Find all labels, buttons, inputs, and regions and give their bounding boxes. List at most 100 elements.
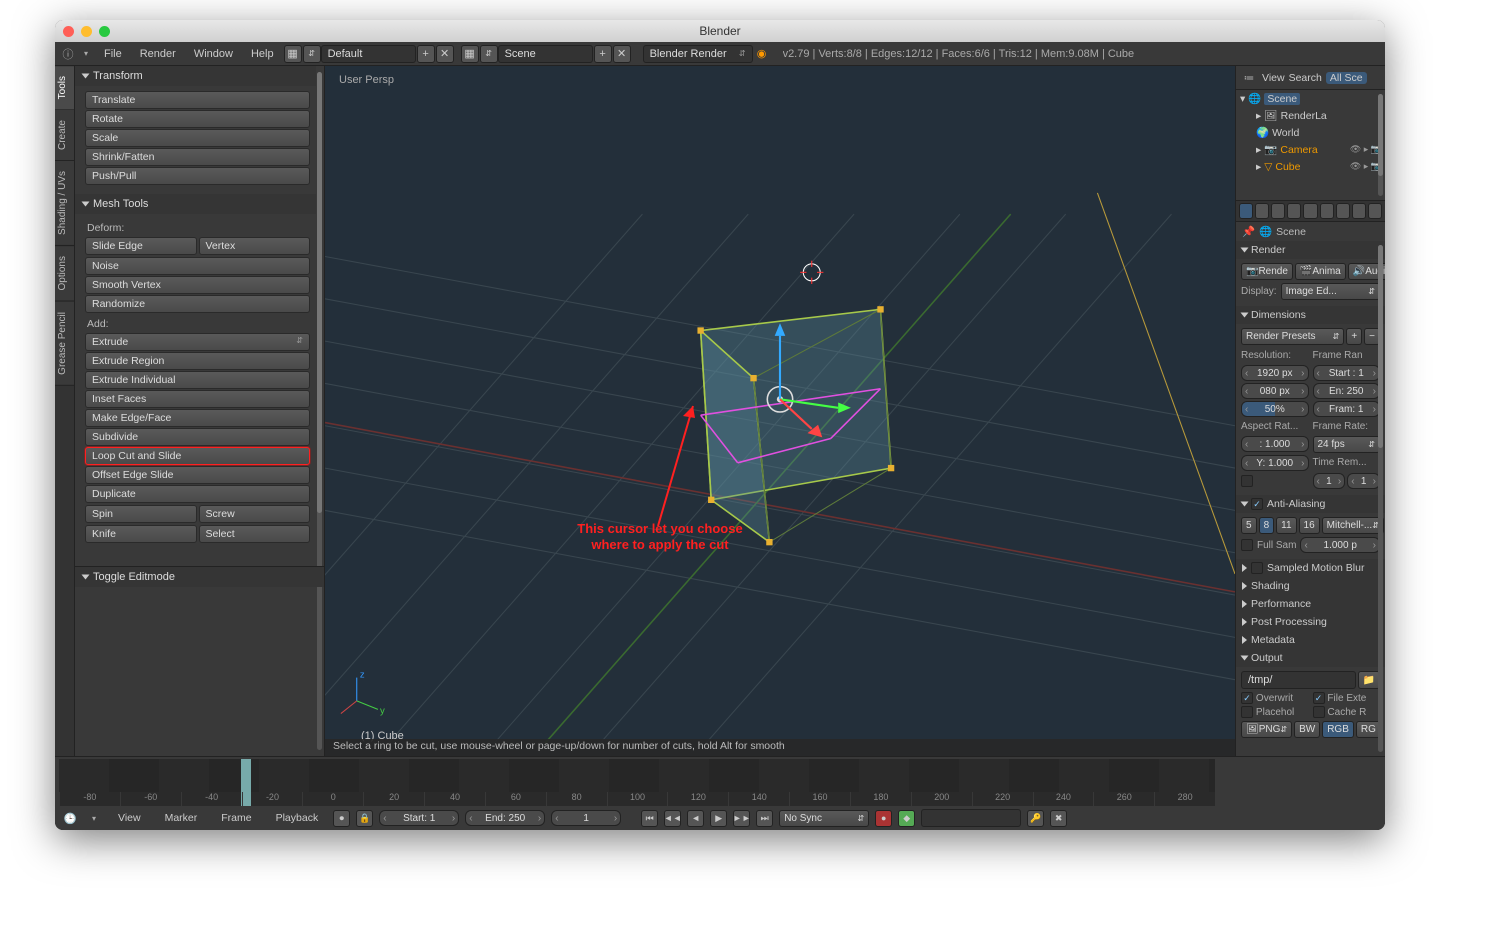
tab-create[interactable]: Create xyxy=(55,110,74,161)
translate-button[interactable]: Translate xyxy=(85,91,310,109)
knife-select-button[interactable]: Select xyxy=(199,525,311,543)
constraints-tab-icon[interactable] xyxy=(1320,203,1334,219)
timeline-track[interactable]: -80-60-40-200204060801001201401601802002… xyxy=(59,759,1215,806)
outliner-camera[interactable]: Camera xyxy=(1280,144,1317,156)
timeline-playback-menu[interactable]: Playback xyxy=(267,806,328,830)
rotate-button[interactable]: Rotate xyxy=(85,110,310,128)
add-scene-button[interactable]: + xyxy=(594,45,612,63)
make-edge-face-button[interactable]: Make Edge/Face xyxy=(85,409,310,427)
dimensions-panel-header[interactable]: Dimensions xyxy=(1236,306,1385,324)
scale-button[interactable]: Scale xyxy=(85,129,310,147)
shrink-fatten-button[interactable]: Shrink/Fatten xyxy=(85,148,310,166)
post-processing-panel-header[interactable]: Post Processing xyxy=(1236,613,1385,631)
full-sample-checkbox[interactable] xyxy=(1241,539,1253,551)
randomize-button[interactable]: Randomize xyxy=(85,295,310,313)
menu-help[interactable]: Help xyxy=(242,42,283,65)
screen-layout-browse-icon[interactable]: ▦ xyxy=(284,45,302,63)
outliner-editor-icon[interactable]: ≔ xyxy=(1240,69,1258,87)
slide-edge-button[interactable]: Slide Edge xyxy=(85,237,197,255)
border-checkbox[interactable] xyxy=(1241,475,1253,487)
remap-old-field[interactable]: 1 xyxy=(1313,473,1346,489)
properties-scrollbar[interactable] xyxy=(1378,245,1383,752)
jump-end-button[interactable]: ⏭ xyxy=(756,810,773,827)
close-icon[interactable] xyxy=(63,26,74,37)
outliner-scene[interactable]: Scene xyxy=(1264,93,1300,105)
screen-layout-field[interactable]: Default xyxy=(321,45,416,63)
offset-edge-slide-button[interactable]: Offset Edge Slide xyxy=(85,466,310,484)
metadata-panel-header[interactable]: Metadata xyxy=(1236,631,1385,649)
modifiers-tab-icon[interactable] xyxy=(1336,203,1350,219)
motion-blur-checkbox[interactable] xyxy=(1251,562,1263,574)
aspect-y-field[interactable]: Y: 1.000 xyxy=(1241,455,1309,471)
lock-icon[interactable]: 🔒 xyxy=(356,810,373,827)
extrude-individual-button[interactable]: Extrude Individual xyxy=(85,371,310,389)
prev-keyframe-button[interactable]: ◄◄ xyxy=(664,810,681,827)
format-dropdown[interactable]: 🖼 PNG⇵ xyxy=(1241,721,1292,738)
chevron-down-icon[interactable]: ▾ xyxy=(77,45,95,63)
browse-folder-button[interactable]: 📁 xyxy=(1358,671,1380,689)
animation-button[interactable]: 🎬Anima xyxy=(1295,263,1346,280)
chevron-down-icon[interactable]: ▾ xyxy=(85,809,103,827)
outliner-renderlayers[interactable]: RenderLa xyxy=(1281,110,1327,122)
3d-viewport[interactable]: User Persp xyxy=(325,66,1235,756)
outliner-tree[interactable]: ▾🌐Scene ▸🖼RenderLa 🌍World ▸📷Camera👁 ▸ 📷 … xyxy=(1236,90,1385,200)
current-frame-field[interactable]: 1 xyxy=(551,810,621,826)
output-path-field[interactable]: /tmp/ xyxy=(1241,671,1356,689)
tab-shading-uvs[interactable]: Shading / UVs xyxy=(55,161,74,246)
outliner-search-menu[interactable]: Search xyxy=(1289,72,1322,84)
frame-end-field[interactable]: En: 250 xyxy=(1313,383,1381,399)
minimize-icon[interactable] xyxy=(81,26,92,37)
aa-filter-dropdown[interactable]: Mitchell-...⇵ xyxy=(1322,517,1384,534)
next-keyframe-button[interactable]: ►► xyxy=(733,810,750,827)
info-editor-icon[interactable]: ⓘ xyxy=(59,45,77,63)
timeline-view-menu[interactable]: View xyxy=(109,806,150,830)
start-frame-field[interactable]: Start: 1 xyxy=(379,810,459,826)
auto-keyframe-button[interactable]: ⏺ xyxy=(333,810,350,827)
scene-field[interactable]: Scene xyxy=(498,45,593,63)
extrude-dropdown[interactable]: Extrude⇵ xyxy=(85,333,310,351)
jump-start-button[interactable]: ⏮ xyxy=(641,810,658,827)
extrude-region-button[interactable]: Extrude Region xyxy=(85,352,310,370)
display-dropdown[interactable]: Image Ed...⇵ xyxy=(1281,283,1380,300)
push-pull-button[interactable]: Push/Pull xyxy=(85,167,310,185)
keying-active-button[interactable]: ◆ xyxy=(898,810,915,827)
res-percent-field[interactable]: 50% xyxy=(1241,401,1309,417)
fps-dropdown[interactable]: 24 fps⇵ xyxy=(1313,436,1381,453)
outliner-view-menu[interactable]: View xyxy=(1262,72,1285,84)
delete-keyframe-button[interactable]: ✖ xyxy=(1050,810,1067,827)
frame-step-field[interactable]: Fram: 1 xyxy=(1313,401,1381,417)
renderlayers-tab-icon[interactable] xyxy=(1255,203,1269,219)
aa-panel-header[interactable]: Anti-Aliasing xyxy=(1236,495,1385,513)
add-preset-button[interactable]: + xyxy=(1346,328,1362,345)
chevron-icon[interactable]: ⇵ xyxy=(303,45,321,63)
material-tab-icon[interactable] xyxy=(1368,203,1382,219)
render-tab-icon[interactable] xyxy=(1239,203,1253,219)
play-reverse-button[interactable]: ◄ xyxy=(687,810,704,827)
subdivide-button[interactable]: Subdivide xyxy=(85,428,310,446)
world-tab-icon[interactable] xyxy=(1287,203,1301,219)
cache-result-checkbox[interactable] xyxy=(1313,706,1325,718)
inset-faces-button[interactable]: Inset Faces xyxy=(85,390,310,408)
delete-scene-button[interactable]: ✕ xyxy=(613,45,631,63)
menu-render[interactable]: Render xyxy=(131,42,185,65)
outliner-filter[interactable]: All Sce xyxy=(1326,72,1367,84)
mesh-tools-panel-header[interactable]: Mesh Tools xyxy=(75,194,316,214)
tab-tools[interactable]: Tools xyxy=(55,66,74,110)
spin-button[interactable]: Spin xyxy=(85,505,197,523)
add-layout-button[interactable]: + xyxy=(417,45,435,63)
render-button[interactable]: 📷Rende xyxy=(1241,263,1293,280)
keying-set-field[interactable] xyxy=(921,809,1021,827)
scene-tab-icon[interactable] xyxy=(1271,203,1285,219)
timeline-marker-menu[interactable]: Marker xyxy=(156,806,207,830)
pin-icon[interactable]: 📌 xyxy=(1242,225,1255,238)
operator-panel-header[interactable]: Toggle Editmode xyxy=(75,567,324,587)
tab-options[interactable]: Options xyxy=(55,246,74,301)
smooth-vertex-button[interactable]: Smooth Vertex xyxy=(85,276,310,294)
pixel-filter-size-field[interactable]: 1.000 p xyxy=(1300,537,1380,553)
menu-file[interactable]: File xyxy=(95,42,131,65)
res-y-field[interactable]: 080 px xyxy=(1241,383,1309,399)
tab-grease-pencil[interactable]: Grease Pencil xyxy=(55,302,74,386)
slide-vertex-button[interactable]: Vertex xyxy=(199,237,311,255)
res-x-field[interactable]: 1920 px xyxy=(1241,365,1309,381)
frame-start-field[interactable]: Start : 1 xyxy=(1313,365,1381,381)
